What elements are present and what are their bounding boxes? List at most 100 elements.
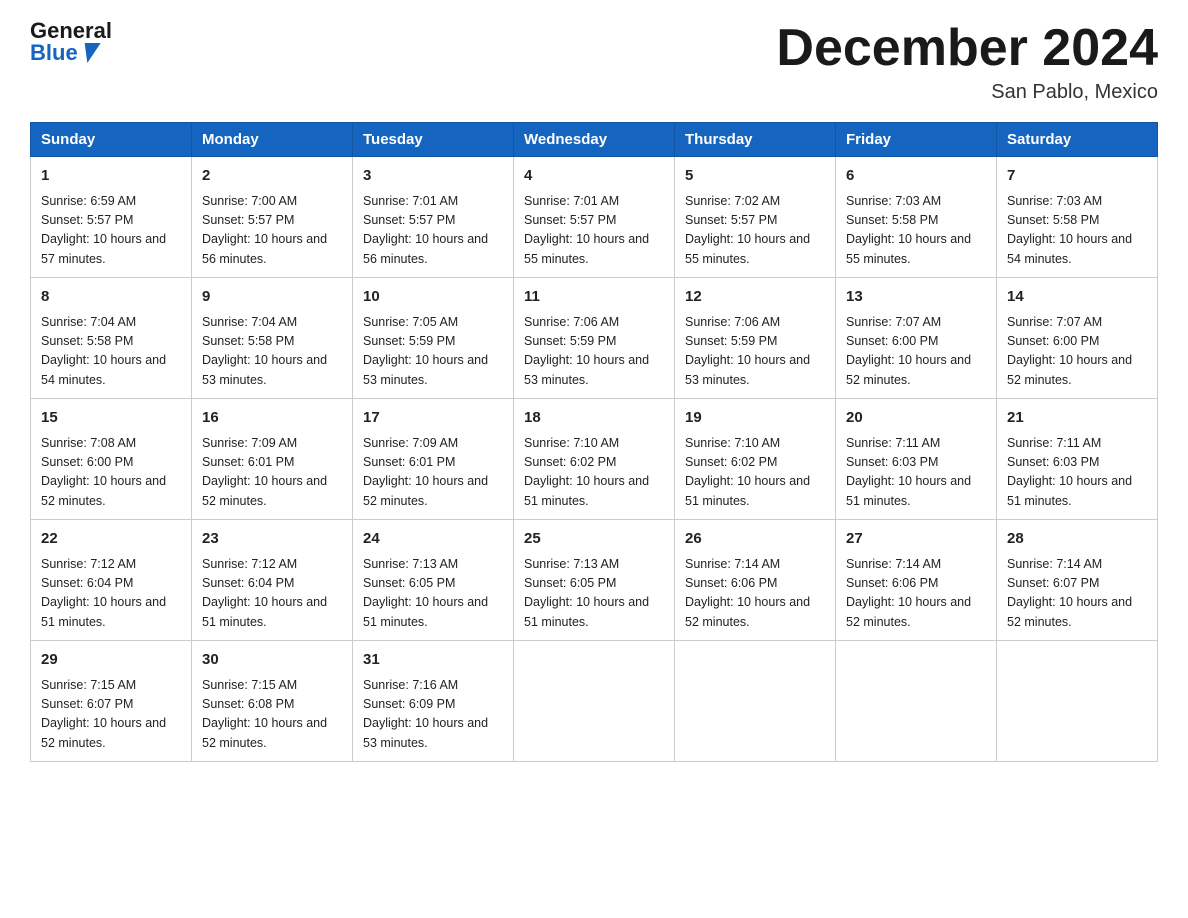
calendar-cell: 23Sunrise: 7:12 AMSunset: 6:04 PMDayligh… xyxy=(192,520,353,641)
calendar-cell: 7Sunrise: 7:03 AMSunset: 5:58 PMDaylight… xyxy=(997,157,1158,278)
header-day-monday: Monday xyxy=(192,123,353,157)
day-number: 21 xyxy=(1007,407,1147,430)
day-info: Sunrise: 7:12 AMSunset: 6:04 PMDaylight:… xyxy=(202,555,342,633)
day-info: Sunrise: 7:13 AMSunset: 6:05 PMDaylight:… xyxy=(524,555,664,633)
calendar-cell: 29Sunrise: 7:15 AMSunset: 6:07 PMDayligh… xyxy=(31,641,192,762)
day-info: Sunrise: 7:03 AMSunset: 5:58 PMDaylight:… xyxy=(1007,192,1147,270)
calendar-cell: 17 Sunrise: 7:09 AMSunset: 6:01 PMDayligh… xyxy=(353,399,514,520)
day-info: Sunrise: 7:15 AMSunset: 6:08 PMDaylight:… xyxy=(202,676,342,754)
location-label: San Pablo, Mexico xyxy=(776,81,1158,104)
title-area: December 2024 San Pablo, Mexico xyxy=(776,20,1158,104)
calendar-table: SundayMondayTuesdayWednesdayThursdayFrid… xyxy=(30,122,1158,762)
calendar-cell: 9 Sunrise: 7:04 AMSunset: 5:58 PMDaylight… xyxy=(192,278,353,399)
month-title: December 2024 xyxy=(776,20,1158,77)
day-info: Sunrise: 7:07 AMSunset: 6:00 PMDaylight:… xyxy=(1007,313,1147,391)
logo-general-text: General xyxy=(30,20,112,42)
calendar-cell: 5Sunrise: 7:02 AMSunset: 5:57 PMDaylight… xyxy=(675,157,836,278)
page-header: General Blue December 2024 San Pablo, Me… xyxy=(30,20,1158,104)
day-number: 11 xyxy=(524,286,664,309)
calendar-week-3: 15 Sunrise: 7:08 AMSunset: 6:00 PMDayligh… xyxy=(31,399,1158,520)
calendar-cell: 31Sunrise: 7:16 AMSunset: 6:09 PMDayligh… xyxy=(353,641,514,762)
header-day-tuesday: Tuesday xyxy=(353,123,514,157)
day-number: 18 xyxy=(524,407,664,430)
day-info: Sunrise: 7:05 AMSunset: 5:59 PMDaylight:… xyxy=(363,313,503,391)
day-info: Sunrise: 7:14 AMSunset: 6:06 PMDaylight:… xyxy=(685,555,825,633)
calendar-cell xyxy=(675,641,836,762)
day-info: Sunrise: 7:13 AMSunset: 6:05 PMDaylight:… xyxy=(363,555,503,633)
day-info: Sunrise: 7:09 AMSunset: 6:01 PMDaylight:… xyxy=(363,434,503,512)
day-info: Sunrise: 7:08 AMSunset: 6:00 PMDaylight:… xyxy=(41,434,181,512)
calendar-cell: 11Sunrise: 7:06 AMSunset: 5:59 PMDayligh… xyxy=(514,278,675,399)
day-number: 14 xyxy=(1007,286,1147,309)
day-info: Sunrise: 7:04 AMSunset: 5:58 PMDaylight:… xyxy=(41,313,181,391)
day-info: Sunrise: 7:11 AMSunset: 6:03 PMDaylight:… xyxy=(1007,434,1147,512)
day-number: 1 xyxy=(41,165,181,188)
day-info: Sunrise: 7:12 AMSunset: 6:04 PMDaylight:… xyxy=(41,555,181,633)
calendar-cell: 19Sunrise: 7:10 AMSunset: 6:02 PMDayligh… xyxy=(675,399,836,520)
calendar-cell: 15 Sunrise: 7:08 AMSunset: 6:00 PMDayligh… xyxy=(31,399,192,520)
calendar-cell: 20 Sunrise: 7:11 AMSunset: 6:03 PMDayligh… xyxy=(836,399,997,520)
header-row: SundayMondayTuesdayWednesdayThursdayFrid… xyxy=(31,123,1158,157)
calendar-cell: 16 Sunrise: 7:09 AMSunset: 6:01 PMDayligh… xyxy=(192,399,353,520)
calendar-cell: 14 Sunrise: 7:07 AMSunset: 6:00 PMDayligh… xyxy=(997,278,1158,399)
day-number: 30 xyxy=(202,649,342,672)
day-number: 24 xyxy=(363,528,503,551)
day-number: 19 xyxy=(685,407,825,430)
calendar-cell: 2 Sunrise: 7:00 AMSunset: 5:57 PMDaylight… xyxy=(192,157,353,278)
day-number: 2 xyxy=(202,165,342,188)
calendar-cell: 25 Sunrise: 7:13 AMSunset: 6:05 PMDayligh… xyxy=(514,520,675,641)
day-info: Sunrise: 7:00 AMSunset: 5:57 PMDaylight:… xyxy=(202,192,342,270)
day-info: Sunrise: 7:09 AMSunset: 6:01 PMDaylight:… xyxy=(202,434,342,512)
calendar-header: SundayMondayTuesdayWednesdayThursdayFrid… xyxy=(31,123,1158,157)
day-info: Sunrise: 7:04 AMSunset: 5:58 PMDaylight:… xyxy=(202,313,342,391)
calendar-cell xyxy=(836,641,997,762)
day-info: Sunrise: 7:14 AMSunset: 6:06 PMDaylight:… xyxy=(846,555,986,633)
day-number: 12 xyxy=(685,286,825,309)
day-number: 4 xyxy=(524,165,664,188)
day-info: Sunrise: 7:03 AMSunset: 5:58 PMDaylight:… xyxy=(846,192,986,270)
day-number: 17 xyxy=(363,407,503,430)
calendar-cell xyxy=(997,641,1158,762)
logo-blue-text: Blue xyxy=(30,42,78,64)
day-info: Sunrise: 7:07 AMSunset: 6:00 PMDaylight:… xyxy=(846,313,986,391)
calendar-cell: 13 Sunrise: 7:07 AMSunset: 6:00 PMDayligh… xyxy=(836,278,997,399)
day-info: Sunrise: 7:14 AMSunset: 6:07 PMDaylight:… xyxy=(1007,555,1147,633)
day-number: 15 xyxy=(41,407,181,430)
calendar-cell: 10 Sunrise: 7:05 AMSunset: 5:59 PMDayligh… xyxy=(353,278,514,399)
header-day-sunday: Sunday xyxy=(31,123,192,157)
calendar-body: 1 Sunrise: 6:59 AMSunset: 5:57 PMDaylight… xyxy=(31,157,1158,762)
day-number: 16 xyxy=(202,407,342,430)
calendar-cell: 21 Sunrise: 7:11 AMSunset: 6:03 PMDayligh… xyxy=(997,399,1158,520)
calendar-cell: 18 Sunrise: 7:10 AMSunset: 6:02 PMDayligh… xyxy=(514,399,675,520)
day-info: Sunrise: 7:10 AMSunset: 6:02 PMDaylight:… xyxy=(524,434,664,512)
header-day-wednesday: Wednesday xyxy=(514,123,675,157)
day-number: 8 xyxy=(41,286,181,309)
day-number: 22 xyxy=(41,528,181,551)
day-info: Sunrise: 7:01 AMSunset: 5:57 PMDaylight:… xyxy=(363,192,503,270)
header-day-thursday: Thursday xyxy=(675,123,836,157)
day-info: Sunrise: 7:11 AMSunset: 6:03 PMDaylight:… xyxy=(846,434,986,512)
day-info: Sunrise: 6:59 AMSunset: 5:57 PMDaylight:… xyxy=(41,192,181,270)
calendar-cell: 28 Sunrise: 7:14 AMSunset: 6:07 PMDayligh… xyxy=(997,520,1158,641)
calendar-cell: 6 Sunrise: 7:03 AMSunset: 5:58 PMDaylight… xyxy=(836,157,997,278)
calendar-cell: 26 Sunrise: 7:14 AMSunset: 6:06 PMDayligh… xyxy=(675,520,836,641)
day-number: 6 xyxy=(846,165,986,188)
calendar-cell: 27 Sunrise: 7:14 AMSunset: 6:06 PMDayligh… xyxy=(836,520,997,641)
day-number: 13 xyxy=(846,286,986,309)
day-number: 26 xyxy=(685,528,825,551)
day-number: 20 xyxy=(846,407,986,430)
logo: General Blue xyxy=(30,20,112,64)
day-number: 10 xyxy=(363,286,503,309)
day-number: 28 xyxy=(1007,528,1147,551)
calendar-week-4: 22 Sunrise: 7:12 AMSunset: 6:04 PMDayligh… xyxy=(31,520,1158,641)
day-number: 27 xyxy=(846,528,986,551)
header-day-friday: Friday xyxy=(836,123,997,157)
logo-arrow-icon xyxy=(79,43,100,63)
calendar-cell: 8 Sunrise: 7:04 AMSunset: 5:58 PMDaylight… xyxy=(31,278,192,399)
day-info: Sunrise: 7:02 AMSunset: 5:57 PMDaylight:… xyxy=(685,192,825,270)
day-number: 25 xyxy=(524,528,664,551)
day-info: Sunrise: 7:15 AMSunset: 6:07 PMDaylight:… xyxy=(41,676,181,754)
calendar-week-5: 29Sunrise: 7:15 AMSunset: 6:07 PMDayligh… xyxy=(31,641,1158,762)
day-info: Sunrise: 7:01 AMSunset: 5:57 PMDaylight:… xyxy=(524,192,664,270)
day-number: 9 xyxy=(202,286,342,309)
